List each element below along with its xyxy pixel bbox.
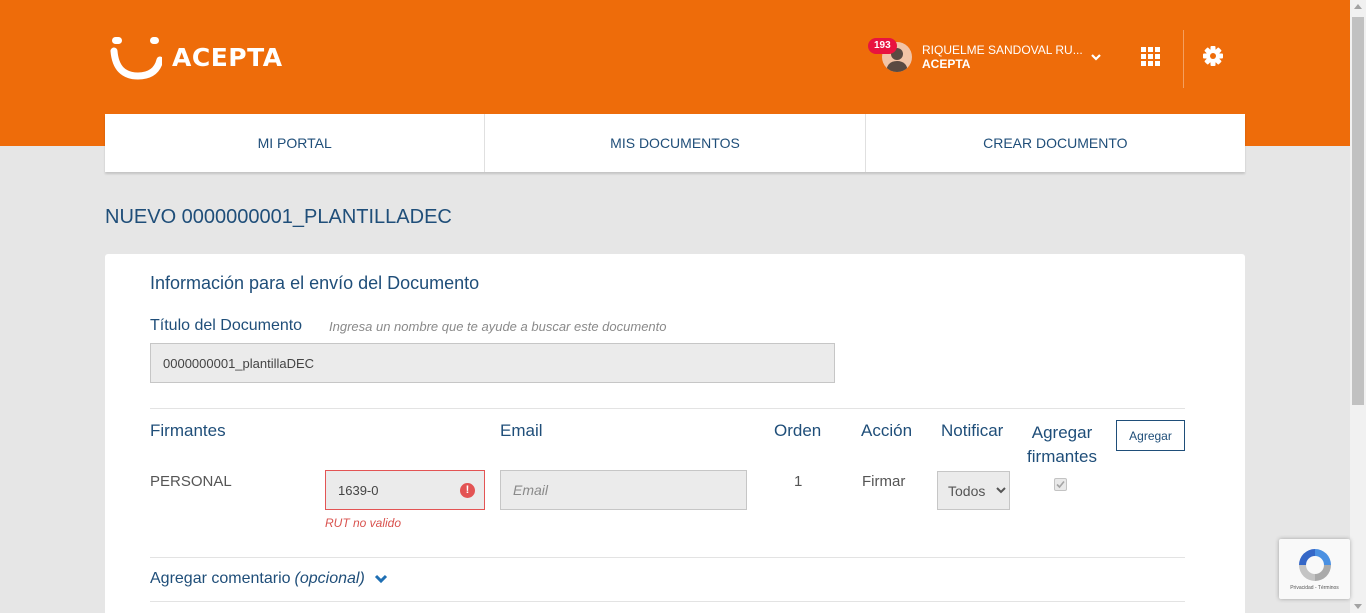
add-comment-toggle[interactable]: Agregar comentario (opcional)	[150, 570, 388, 588]
recaptcha-logo-icon	[1299, 549, 1331, 581]
rut-field: !	[325, 470, 485, 510]
signer-action: Firmar	[862, 473, 906, 490]
col-header-notificar: Notificar	[941, 421, 1004, 440]
smile-logo-icon	[110, 37, 162, 80]
doc-title-hint: Ingresa un nombre que te ayude a buscar …	[329, 319, 667, 334]
add-signer-button[interactable]: Agregar	[1116, 420, 1185, 451]
tab-crear-documento[interactable]: CREAR DOCUMENTO	[866, 114, 1245, 172]
add-signers-checkbox[interactable]	[1054, 478, 1067, 491]
comment-optional: (opcional)	[294, 570, 365, 587]
notify-select[interactable]: Todos	[937, 471, 1010, 510]
rut-error-message: RUT no valido	[325, 516, 402, 530]
col-header-email: Email	[500, 421, 543, 440]
apps-grid-icon[interactable]	[1141, 47, 1161, 72]
user-org: ACEPTA	[922, 57, 971, 71]
col-header-accion: Acción	[861, 421, 913, 440]
comment-label: Agregar comentario	[150, 570, 291, 587]
email-input[interactable]	[500, 470, 747, 510]
divider	[150, 408, 1185, 409]
notification-badge[interactable]: 193	[868, 38, 897, 54]
document-form-card: Información para el envío del Documento …	[105, 254, 1245, 613]
page-title: NUEVO 0000000001_PLANTILLADEC	[105, 206, 452, 228]
header-divider	[1183, 30, 1184, 88]
acepta-logo[interactable]: ACEPTA	[110, 34, 283, 80]
brand-name: ACEPTA	[172, 42, 283, 72]
error-icon: !	[460, 483, 475, 498]
doc-title-label: Título del Documento	[150, 317, 303, 334]
checkmark-icon	[1056, 480, 1065, 489]
scroll-down-arrow-icon[interactable]	[1354, 604, 1362, 609]
signer-type: PERSONAL	[150, 473, 232, 490]
tab-mis-documentos[interactable]: MIS DOCUMENTOS	[485, 114, 866, 172]
col-header-agregar-firmantes: Agregar firmantes	[1027, 423, 1097, 466]
recaptcha-footer[interactable]: Privacidad - Términos	[1279, 585, 1350, 591]
recaptcha-badge[interactable]: Privacidad - Términos	[1279, 539, 1350, 599]
chevron-down-icon[interactable]	[1090, 50, 1102, 68]
scroll-up-arrow-icon[interactable]	[1354, 4, 1362, 9]
scroll-thumb[interactable]	[1352, 17, 1364, 405]
user-name: RIQUELME SANDOVAL RU...	[922, 43, 1083, 57]
col-header-orden: Orden	[774, 421, 822, 440]
doc-title-input[interactable]	[150, 343, 835, 383]
col-header-firmantes: Firmantes	[150, 421, 226, 440]
main-nav: MI PORTAL MIS DOCUMENTOS CREAR DOCUMENTO	[105, 114, 1245, 172]
gear-icon[interactable]	[1202, 45, 1224, 72]
user-menu[interactable]: 193 RIQUELME SANDOVAL RU... ACEPTA	[868, 38, 1108, 78]
chevron-down-icon	[374, 574, 387, 584]
section-title: Información para el envío del Documento	[150, 273, 480, 293]
tab-mi-portal[interactable]: MI PORTAL	[105, 114, 486, 172]
signer-order: 1	[794, 473, 803, 490]
page-scrollbar[interactable]	[1350, 0, 1366, 613]
divider	[150, 557, 1185, 558]
divider	[150, 601, 1185, 602]
